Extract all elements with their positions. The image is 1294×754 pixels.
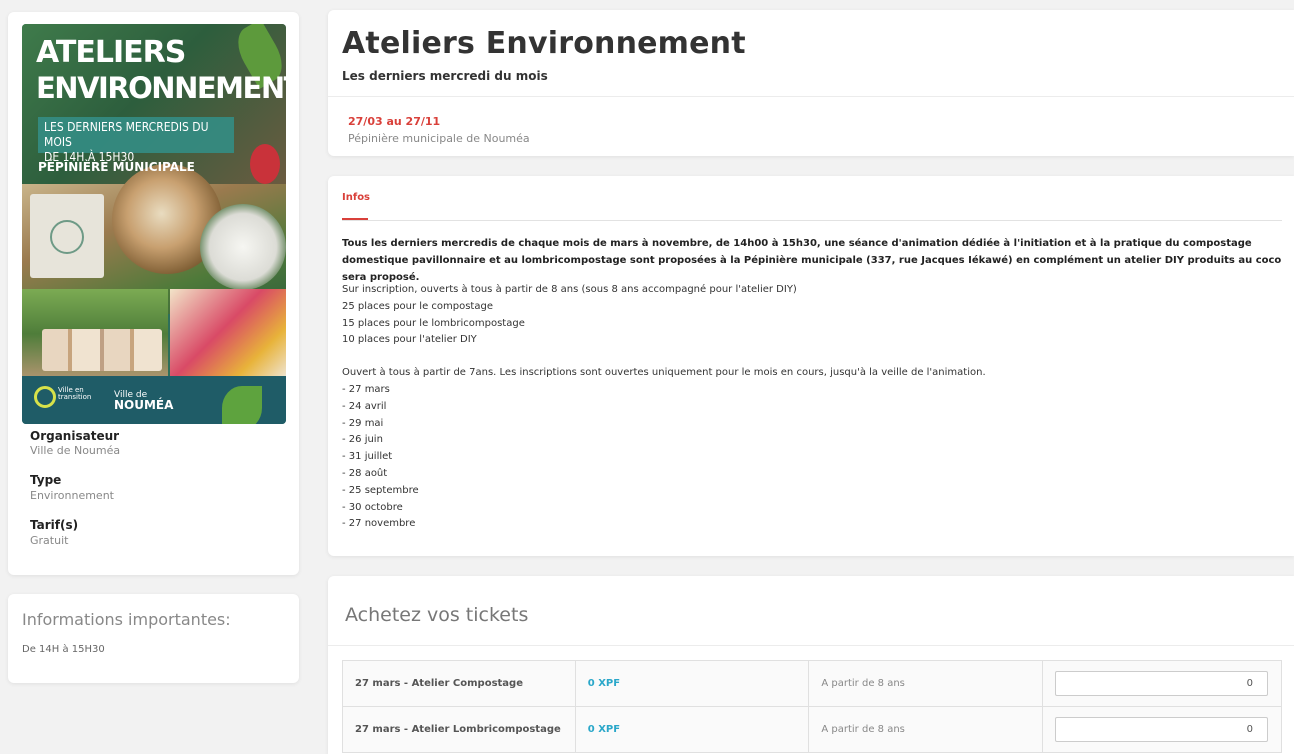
type-label: Type [30,473,62,487]
organizer-label: Organisateur [30,429,120,443]
leaf-icon [250,144,280,184]
ticket-quantity-input[interactable] [1054,717,1268,742]
tarif-label: Tarif(s) [30,518,79,532]
organizer-value: Ville de Nouméa [30,444,121,457]
event-header-card: Ateliers Environnement Les derniers merc… [328,10,1294,156]
ville-de-noumea-logo: Ville de NOUMÉA [114,390,173,412]
logo-ville-big: NOUMÉA [114,398,174,412]
infos-date-item: - 27 mars [342,383,390,395]
poster-title-line1: ATELIERS [36,35,186,70]
ticket-age: A partir de 8 ans [808,660,1043,707]
tickets-table: 27 mars - Atelier Compostage 0 XPF A par… [342,660,1283,753]
infos-date-item: - 30 octobre [342,501,403,513]
ticket-qty-cell [1041,660,1283,707]
infos-date-item: - 26 juin [342,434,383,446]
tickets-divider [328,645,1294,646]
infos-line: 15 places pour le lombricompostage [342,317,525,329]
important-info-title: Informations importantes: [22,610,231,629]
event-poster-image[interactable]: ATELIERS ENVIRONNEMENT LES DERNIERS MERC… [22,24,286,424]
ticket-age: A partir de 8 ans [808,706,1043,753]
ticket-name: 27 mars - Atelier Compostage [342,660,576,707]
tab-infos[interactable]: Infos [342,192,370,203]
event-sidebar-card: ATELIERS ENVIRONNEMENT LES DERNIERS MERC… [8,12,299,575]
infos-date-item: - 25 septembre [342,484,419,496]
infos-lead: Tous les derniers mercredis de chaque mo… [342,238,1282,283]
important-info-text: De 14H à 15H30 [22,644,105,655]
ville-en-transition-logo: Ville en transition [34,384,94,412]
event-dates: 27/03 au 27/11 [348,115,441,128]
poster-venue: PÉPINIÈRE MUNICIPALE [38,160,195,174]
poster-subtitle-line1: LES DERNIERS MERCREDIS DU MOIS [44,120,209,149]
transition-circle-icon [34,386,56,408]
infos-line: Ouvert à tous à partir de 7ans. Les insc… [342,367,986,379]
tarif-value: Gratuit [30,534,69,547]
header-divider [328,96,1294,97]
tab-divider [342,220,1282,221]
tickets-card: Achetez vos tickets 27 mars - Atelier Co… [328,576,1294,754]
infos-line: 25 places pour le compostage [342,300,493,312]
type-value: Environnement [30,489,114,502]
event-infos-card: Infos Tous les derniers mercredis de cha… [328,176,1294,556]
infos-date-item: - 27 novembre [342,518,416,530]
important-info-card: Informations importantes: De 14H à 15H30 [8,594,299,683]
table-row: 27 mars - Atelier Lombricompostage 0 XPF… [342,706,1283,753]
poster-subtitle: LES DERNIERS MERCREDIS DU MOIS DE 14H À … [38,117,234,164]
infos-line: 10 places pour l'atelier DIY [342,334,477,346]
infos-date-item: - 28 août [342,467,388,479]
tab-active-indicator [342,218,368,220]
poster-soaps [42,329,162,371]
recycle-hands-icon [50,220,84,254]
leaf-icon [222,386,262,424]
page-subtitle: Les derniers mercredi du mois [342,69,548,83]
table-row: 27 mars - Atelier Compostage 0 XPF A par… [342,660,1283,707]
page-title: Ateliers Environnement [342,26,746,61]
ticket-price: 0 XPF [574,660,810,707]
infos-date-item: - 24 avril [342,400,387,412]
infos-date-item: - 29 mai [342,417,384,429]
transition-logo-text: Ville en transition [58,386,92,401]
infos-body: Sur inscription, ouverts à tous à partir… [342,282,1282,533]
ticket-qty-cell [1041,706,1283,753]
poster-flowers-photo [170,289,286,379]
poster-bowl [200,204,286,290]
ticket-name: 27 mars - Atelier Lombricompostage [342,706,576,753]
event-place: Pépinière municipale de Nouméa [348,132,530,145]
infos-date-item: - 31 juillet [342,451,393,463]
infos-line: Sur inscription, ouverts à tous à partir… [342,284,797,295]
poster-title-line2: ENVIRONNEMENT [36,71,286,105]
ticket-quantity-input[interactable] [1054,671,1268,696]
ticket-price: 0 XPF [574,706,810,753]
tickets-title: Achetez vos tickets [345,604,529,626]
